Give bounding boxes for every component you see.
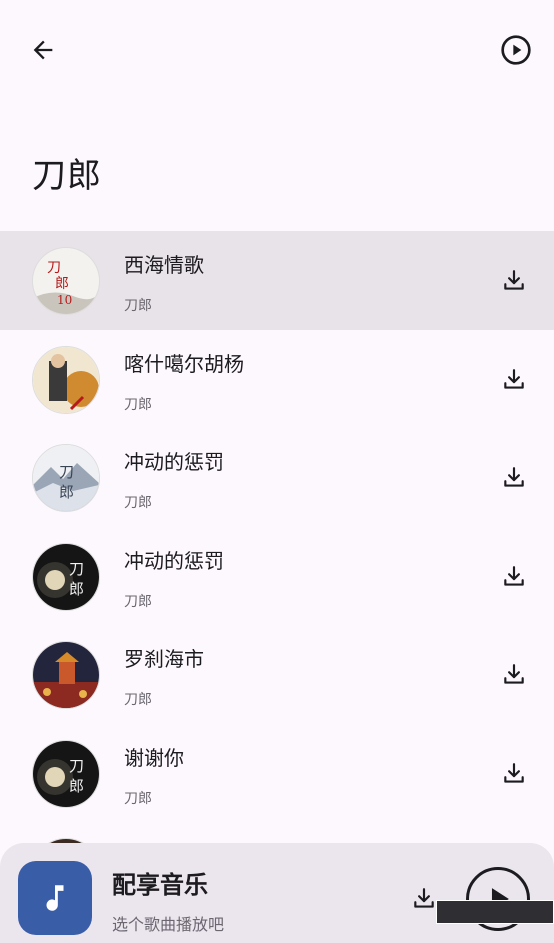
floating-overlay [436,900,554,924]
download-icon [504,467,524,487]
album-cover: 刀 郎 10 [32,247,100,315]
svg-text:刀: 刀 [69,560,84,578]
player-title: 配享音乐 [112,871,208,899]
download-icon [504,270,524,290]
song-title: 谢谢你 [124,745,184,770]
svg-text:郎: 郎 [69,777,84,795]
download-icon [504,762,524,783]
song-artist: 刀郎 [124,396,152,413]
album-cover: 刀 郎 [32,542,100,611]
song-artist: 刀郎 [124,298,152,314]
song-row[interactable]: 喀什噶尔胡杨 刀郎 [0,330,554,429]
svg-text:郎: 郎 [69,580,84,598]
song-title: 喀什噶尔胡杨 [124,351,244,376]
song-row[interactable]: 刀 郎 谢谢你 刀郎 [0,724,554,823]
svg-text:刀: 刀 [47,260,61,276]
song-title: 西海情歌 [124,253,204,277]
song-title: 罗刹海市 [124,647,204,671]
download-button[interactable] [494,360,534,400]
download-button[interactable] [494,557,534,597]
download-icon [414,888,434,908]
song-artist: 刀郎 [124,790,152,807]
song-row[interactable]: 刀 郎 冲动的惩罚 刀郎 [0,527,554,626]
music-note-icon [46,885,64,911]
song-artist: 刀郎 [124,692,152,708]
album-cover: 刀 郎 [32,444,100,512]
download-button[interactable] [494,261,534,301]
song-title: 冲动的惩罚 [124,548,224,573]
arrow-left-icon [33,40,53,60]
play-circle-icon [501,35,531,65]
svg-text:刀: 刀 [69,757,84,775]
player-subtitle: 选个歌曲播放吧 [112,915,225,934]
song-artist: 刀郎 [124,593,152,610]
svg-text:郎: 郎 [59,483,74,501]
mini-player[interactable]: 配享音乐 选个歌曲播放吧 [0,843,554,943]
song-row[interactable]: 罗刹海市 刀郎 [0,625,554,724]
download-icon [504,368,524,389]
album-cover [32,641,100,709]
top-app-bar [0,0,554,100]
download-icon [504,565,524,586]
play-all-button[interactable] [492,26,540,74]
svg-text:郎: 郎 [55,276,69,292]
song-row[interactable]: 刀 郎 冲动的惩罚 刀郎 [0,428,554,527]
download-button[interactable] [494,754,534,794]
album-cover: 刀 郎 [32,739,100,808]
page-title: 刀郎 [32,156,102,196]
svg-text:刀: 刀 [59,463,74,481]
svg-text:10: 10 [57,293,72,307]
download-icon [504,664,524,684]
song-title: 冲动的惩罚 [124,450,224,474]
download-button[interactable] [494,458,534,498]
song-row[interactable]: 刀 郎 10 西海情歌 刀郎 [0,231,554,330]
back-button[interactable] [19,26,67,74]
song-artist: 刀郎 [124,495,152,511]
album-cover [32,345,100,414]
song-list: 刀 郎 10 西海情歌 刀郎 喀什噶尔胡杨 刀郎 刀 郎 冲动的惩罚 刀郎 刀 … [0,231,554,921]
download-button[interactable] [494,655,534,695]
